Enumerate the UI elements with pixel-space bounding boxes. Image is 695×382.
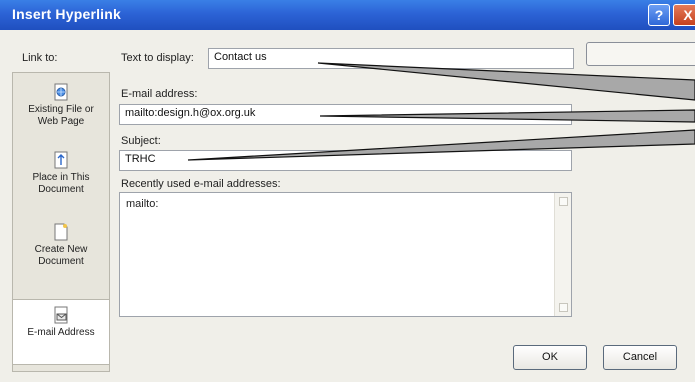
callout-pointer-subject bbox=[187, 129, 695, 161]
callout-pointer-text-to-display bbox=[317, 62, 695, 101]
callout-pointer-email-address bbox=[319, 109, 695, 123]
callout-pointers bbox=[187, 62, 695, 161]
insert-hyperlink-dialog: Insert Hyperlink ? X Link to: Existing F… bbox=[0, 0, 695, 382]
